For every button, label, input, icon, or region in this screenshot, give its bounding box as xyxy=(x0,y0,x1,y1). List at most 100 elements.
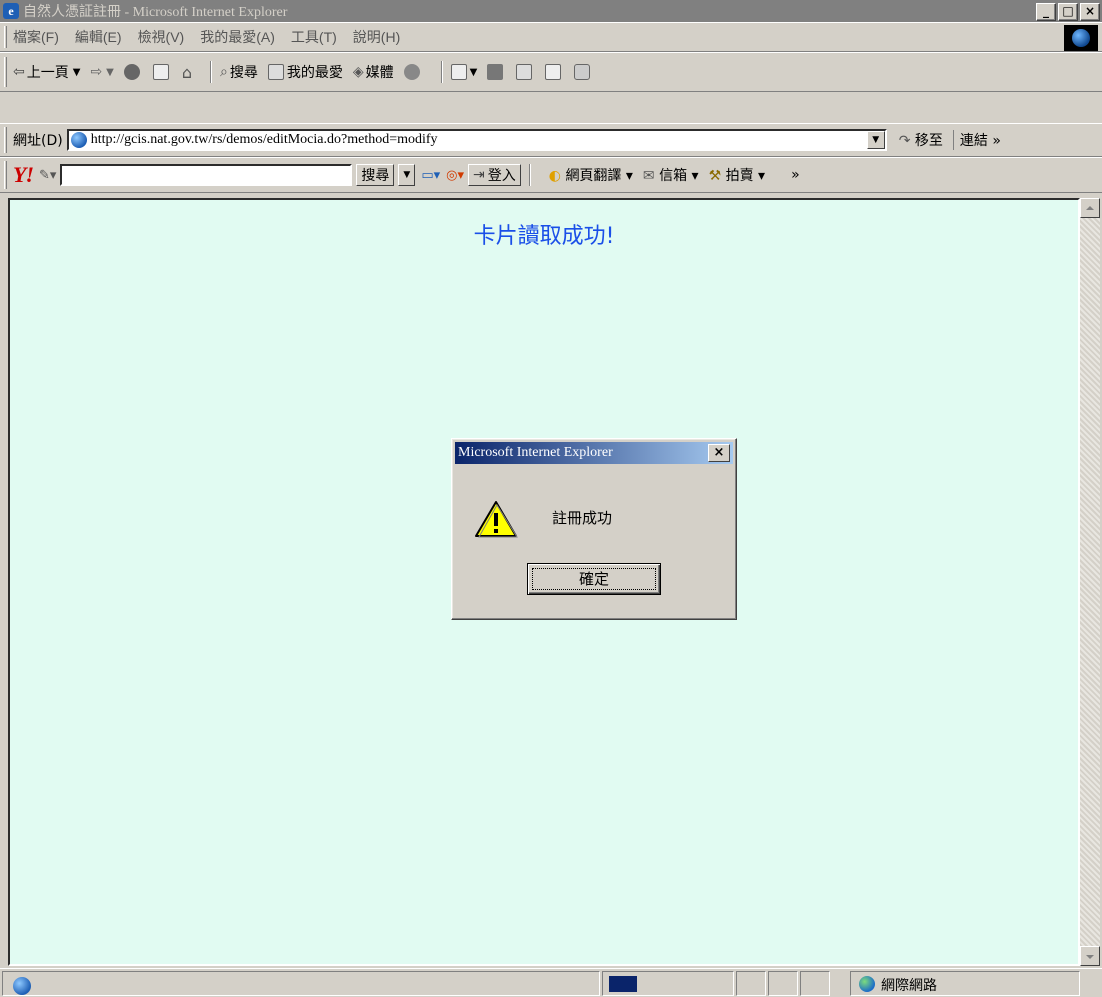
spy-button[interactable] xyxy=(574,64,593,80)
internet-zone-icon xyxy=(859,976,875,992)
menu-view[interactable]: 檢視(V) xyxy=(138,27,185,47)
globe-icon xyxy=(1072,29,1090,47)
mail-button[interactable]: ▼ xyxy=(450,64,478,80)
favorites-icon xyxy=(267,64,284,80)
menu-bar: 檔案(F) 編輯(E) 檢視(V) 我的最愛(A) 工具(T) 說明(H) xyxy=(0,22,1102,52)
dialog-close-button[interactable]: × xyxy=(708,444,730,462)
stop-button[interactable] xyxy=(123,64,143,80)
status-text-cell xyxy=(2,971,600,996)
history-icon xyxy=(403,64,420,80)
address-url: http://gcis.nat.gov.tw/rs/demos/editMoci… xyxy=(90,132,438,147)
scroll-down-button[interactable] xyxy=(1080,946,1100,966)
window-title: 自然人憑証註冊 - Microsoft Internet Explorer xyxy=(23,5,288,20)
translate-icon: ◐ xyxy=(548,168,561,184)
highlight-icon[interactable]: ▭▾ xyxy=(421,168,440,183)
toolbar-separator xyxy=(440,61,443,83)
ie-icon: e xyxy=(3,3,19,19)
standard-toolbar: ⇦ 上一頁 ▼ ⇨ ▼ ⌂ ⌕ 搜尋 我的最愛 ◈ 媒體 ▼ xyxy=(0,52,1102,92)
status-cell xyxy=(768,971,798,996)
zone-cell: 網際網路 xyxy=(850,971,1080,996)
browser-window: e 自然人憑証註冊 - Microsoft Internet Explorer … xyxy=(0,0,1102,997)
address-input[interactable]: http://gcis.nat.gov.tw/rs/demos/editMoci… xyxy=(66,129,887,151)
favorites-button[interactable]: 我的最愛 xyxy=(267,62,343,82)
address-label: 網址(D) xyxy=(13,133,63,149)
chevron-down-icon[interactable]: ▼ xyxy=(470,67,478,78)
translate-label: 網頁翻譯 xyxy=(565,168,622,184)
discuss-button[interactable] xyxy=(545,64,564,80)
go-arrow-icon: ↷ xyxy=(898,133,911,149)
back-button[interactable]: ⇦ 上一頁 ▼ xyxy=(13,62,80,82)
yahoo-search-input[interactable] xyxy=(60,164,353,186)
search-label: 搜尋 xyxy=(229,65,258,81)
chevron-down-icon[interactable]: ▼ xyxy=(106,67,114,78)
home-icon: ⌂ xyxy=(181,62,193,82)
print-button[interactable] xyxy=(487,64,506,80)
menu-help[interactable]: 說明(H) xyxy=(353,27,400,47)
search-button[interactable]: ⌕ 搜尋 xyxy=(220,62,258,82)
ok-label: 確定 xyxy=(578,570,609,588)
close-button[interactable]: × xyxy=(1080,3,1100,21)
back-label: 上一頁 xyxy=(26,65,69,81)
stop-icon xyxy=(123,64,140,80)
scroll-up-button[interactable] xyxy=(1080,198,1100,218)
progress-cell xyxy=(602,971,734,996)
menu-tools[interactable]: 工具(T) xyxy=(291,27,337,47)
target-icon[interactable]: ◎▾ xyxy=(446,168,464,183)
status-cell xyxy=(736,971,766,996)
status-cell xyxy=(800,971,830,996)
media-label: 媒體 xyxy=(365,65,394,81)
yahoo-mail-button[interactable]: ✉ 信箱 ▾ xyxy=(643,165,699,185)
envelope-icon: ✉ xyxy=(642,168,655,184)
refresh-icon xyxy=(152,64,169,80)
address-dropdown-button[interactable]: ▼ xyxy=(866,131,885,149)
edit-button[interactable] xyxy=(516,64,535,80)
maximize-button[interactable]: □ xyxy=(1058,3,1078,21)
minimize-button[interactable]: _ xyxy=(1036,3,1056,21)
yahoo-mail-label: 信箱 xyxy=(659,168,688,184)
menu-file[interactable]: 檔案(F) xyxy=(13,27,59,47)
mail-icon xyxy=(450,64,467,80)
favorites-label: 我的最愛 xyxy=(286,65,343,81)
yahoo-logo[interactable]: Y! xyxy=(13,162,34,188)
discuss-icon xyxy=(545,64,562,80)
yahoo-toolbar: Y! ✎▾ 搜尋 ▼ ▭▾ ◎▾ ⇥ 登入 ◐ 網頁翻譯 ▾ ✉ 信箱 ▾ ⚒ … xyxy=(0,157,1102,193)
auction-button[interactable]: ⚒ 拍賣 ▾ xyxy=(709,165,766,185)
yahoo-search-dropdown[interactable]: ▼ xyxy=(398,164,416,186)
ie-page-icon xyxy=(13,977,31,995)
links-button[interactable]: 連結 » xyxy=(952,130,1001,150)
yahoo-search-button[interactable]: 搜尋 xyxy=(356,164,395,186)
media-button[interactable]: ◈ 媒體 xyxy=(353,62,394,82)
go-button[interactable]: ↷ 移至 xyxy=(899,130,943,150)
translate-button[interactable]: ◐ 網頁翻譯 ▾ xyxy=(549,165,633,185)
go-label: 移至 xyxy=(914,133,943,149)
card-read-message: 卡片讀取成功! xyxy=(473,224,615,249)
pencil-icon[interactable]: ✎▾ xyxy=(39,168,56,183)
vertical-scrollbar[interactable] xyxy=(1080,198,1100,966)
refresh-button[interactable] xyxy=(152,64,172,80)
print-icon xyxy=(487,64,504,80)
login-label: 登入 xyxy=(487,168,516,184)
home-button[interactable]: ⌂ xyxy=(182,63,192,82)
auction-label: 拍賣 xyxy=(725,168,754,184)
ok-button[interactable]: 確定 xyxy=(527,563,661,595)
forward-arrow-icon: ⇨ xyxy=(90,64,103,80)
toolbar-grip xyxy=(4,127,7,153)
menu-edit[interactable]: 編輯(E) xyxy=(75,27,122,47)
address-bar: 網址(D) http://gcis.nat.gov.tw/rs/demos/ed… xyxy=(0,123,1102,157)
login-button[interactable]: ⇥ 登入 xyxy=(468,164,521,186)
more-button[interactable]: » xyxy=(791,167,800,183)
edit-icon xyxy=(516,64,533,80)
title-bar: e 自然人憑証註冊 - Microsoft Internet Explorer … xyxy=(0,0,1102,22)
menu-favorites[interactable]: 我的最愛(A) xyxy=(200,27,275,47)
chevron-down-icon[interactable]: ▼ xyxy=(73,67,81,78)
forward-button[interactable]: ⇨ ▼ xyxy=(90,64,113,80)
search-icon: ⌕ xyxy=(220,64,228,80)
scroll-down-icon xyxy=(1086,955,1094,959)
dialog-title: Microsoft Internet Explorer xyxy=(458,445,613,460)
history-button[interactable] xyxy=(403,64,423,80)
hammer-icon: ⚒ xyxy=(708,168,722,184)
scroll-up-icon xyxy=(1086,206,1094,210)
login-icon: ⇥ xyxy=(473,167,485,183)
back-arrow-icon: ⇦ xyxy=(13,64,25,80)
spy-icon xyxy=(574,64,591,80)
